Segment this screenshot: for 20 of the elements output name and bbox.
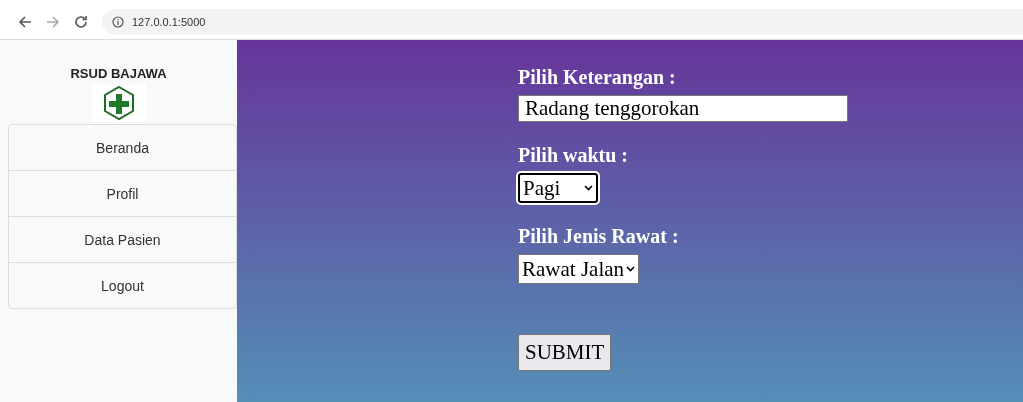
field-label: Pilih Keterangan : — [518, 66, 676, 89]
reload-icon[interactable] — [74, 15, 88, 29]
field-label: Pilih Jenis Rawat : — [518, 225, 679, 248]
url-text: 127.0.0.1:5000 — [132, 16, 206, 28]
address-bar[interactable]: 127.0.0.1:5000 — [102, 9, 1023, 35]
submit-button[interactable]: SUBMIT — [518, 334, 612, 371]
nav-item[interactable]: Logout — [9, 262, 236, 308]
caret-icon — [626, 266, 636, 272]
nav-item[interactable]: Beranda — [9, 125, 236, 170]
info-icon[interactable] — [112, 16, 124, 28]
nav-item[interactable]: Profil — [9, 170, 236, 216]
select-field[interactable]: Rawat Jalan — [518, 254, 640, 284]
select-field[interactable]: Pagi — [518, 173, 599, 203]
input-field[interactable]: Radang tenggorokan — [518, 95, 848, 122]
back-icon[interactable] — [18, 15, 32, 29]
hospital-logo — [91, 84, 146, 122]
field-label: Pilih waktu : — [518, 144, 629, 167]
caret-icon — [584, 185, 594, 191]
site-title: RSUD BAJAWA — [70, 66, 167, 81]
nav-item[interactable]: Data Pasien — [9, 216, 236, 262]
